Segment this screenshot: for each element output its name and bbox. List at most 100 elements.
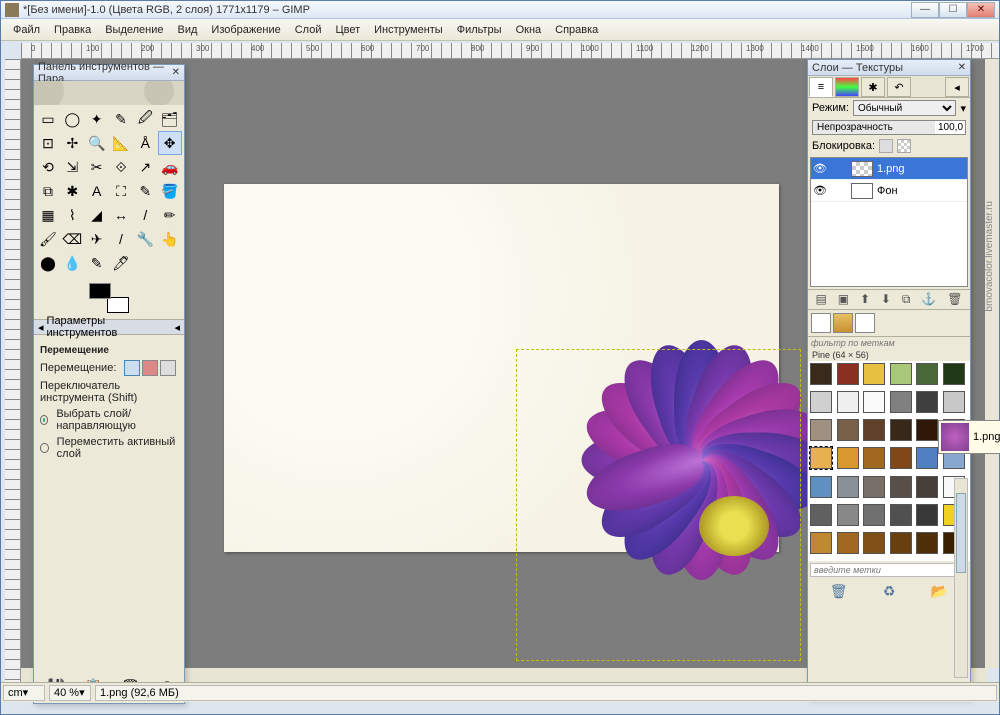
menu-view[interactable]: Вид — [172, 22, 204, 38]
texture-swatch[interactable] — [837, 504, 859, 526]
mode-dropdown-icon[interactable]: ▾ — [960, 102, 966, 115]
anchor-layer-icon[interactable]: ⚓ — [921, 292, 936, 307]
tool-3[interactable]: ✎ — [109, 107, 133, 131]
move-mode-layer[interactable] — [124, 360, 140, 376]
texture-swatch[interactable] — [890, 391, 912, 413]
tab-channels-icon[interactable] — [835, 77, 859, 97]
menu-help[interactable]: Справка — [549, 22, 604, 38]
tool-37[interactable]: 💧 — [60, 251, 84, 275]
zoom-select[interactable]: 40 %▾ — [49, 685, 91, 701]
layer-item[interactable]: 👁Фон — [811, 180, 967, 202]
texture-swatch[interactable] — [837, 532, 859, 554]
texture-swatch[interactable] — [943, 391, 965, 413]
layers-close-icon[interactable]: ✕ — [958, 62, 966, 73]
tool-33[interactable]: / — [109, 227, 133, 251]
lock-pixels-icon[interactable] — [879, 139, 893, 153]
texture-swatch[interactable] — [916, 391, 938, 413]
tab-layers-icon[interactable]: ≡ — [809, 77, 833, 97]
tool-options-title[interactable]: ◂ Параметры инструментов ◂ — [34, 319, 184, 335]
foreground-color-swatch[interactable] — [89, 283, 111, 299]
tool-29[interactable]: ✏ — [158, 203, 182, 227]
tool-36[interactable]: ⬤ — [36, 251, 60, 275]
menu-tools[interactable]: Инструменты — [368, 22, 449, 38]
texture-swatch[interactable] — [916, 419, 938, 441]
tool-16[interactable]: ↗ — [133, 155, 157, 179]
texture-swatch[interactable] — [863, 504, 885, 526]
tool-38[interactable]: ✎ — [85, 251, 109, 275]
tool-34[interactable]: 🔧 — [133, 227, 157, 251]
detach-icon[interactable]: ◂ — [174, 321, 180, 334]
tool-30[interactable]: 🖌 — [36, 227, 60, 251]
texture-swatch[interactable] — [810, 363, 832, 385]
scrollbar-vertical[interactable] — [985, 59, 999, 668]
radio-move-active[interactable] — [40, 443, 49, 453]
tool-1[interactable]: ◯ — [60, 107, 84, 131]
texture-swatch[interactable] — [863, 391, 885, 413]
tab-paths-icon[interactable]: ✱ — [861, 77, 885, 97]
tool-6[interactable]: ⊡ — [36, 131, 60, 155]
texture-swatch[interactable] — [890, 363, 912, 385]
texture-scrollbar[interactable] — [954, 478, 968, 678]
visibility-icon[interactable]: 👁 — [811, 184, 829, 197]
menu-edit[interactable]: Правка — [48, 22, 97, 38]
unit-select[interactable]: cm▾ — [3, 685, 45, 701]
texture-view-small[interactable] — [811, 313, 831, 333]
tool-8[interactable]: 🔍 — [85, 131, 109, 155]
lock-alpha-icon[interactable] — [897, 139, 911, 153]
tool-22[interactable]: ✎ — [133, 179, 157, 203]
tool-10[interactable]: Å — [133, 131, 157, 155]
mode-select[interactable]: Обычный — [853, 100, 956, 116]
tool-7[interactable]: ✢ — [60, 131, 84, 155]
tab-undo-icon[interactable]: ↶ — [887, 77, 911, 97]
tool-24[interactable]: ▦ — [36, 203, 60, 227]
tool-13[interactable]: ⇲ — [60, 155, 84, 179]
tool-0[interactable]: ▭ — [36, 107, 60, 131]
menu-file[interactable]: Файл — [7, 22, 46, 38]
tool-18[interactable]: ⧉ — [36, 179, 60, 203]
texture-swatch[interactable] — [810, 532, 832, 554]
tool-31[interactable]: ⌫ — [60, 227, 84, 251]
tool-9[interactable]: 📐 — [109, 131, 133, 155]
tool-14[interactable]: ✂ — [85, 155, 109, 179]
texture-swatch[interactable] — [916, 476, 938, 498]
texture-open-icon[interactable]: 📂 — [931, 583, 948, 600]
texture-swatch[interactable] — [863, 476, 885, 498]
texture-swatch[interactable] — [810, 476, 832, 498]
tool-28[interactable]: / — [133, 203, 157, 227]
texture-swatch[interactable] — [810, 447, 832, 469]
delete-layer-icon[interactable]: 🗑 — [947, 292, 962, 307]
menu-color[interactable]: Цвет — [329, 22, 366, 38]
texture-swatch[interactable] — [890, 504, 912, 526]
texture-swatch[interactable] — [810, 504, 832, 526]
menu-layer[interactable]: Слой — [289, 22, 328, 38]
visibility-icon[interactable]: 👁 — [811, 162, 829, 175]
menu-select[interactable]: Выделение — [99, 22, 169, 38]
tool-26[interactable]: ◢ — [85, 203, 109, 227]
tool-35[interactable]: 👆 — [158, 227, 182, 251]
tool-17[interactable]: 🚗 — [158, 155, 182, 179]
tool-19[interactable]: ✱ — [60, 179, 84, 203]
texture-swatch[interactable] — [810, 391, 832, 413]
layer-down-icon[interactable]: ⬇ — [881, 292, 891, 307]
texture-filter-input[interactable] — [808, 337, 970, 349]
tool-11[interactable]: ✥ — [158, 131, 182, 155]
texture-tags-input[interactable] — [810, 563, 968, 577]
toolbox-close-icon[interactable]: ✕ — [172, 67, 180, 78]
texture-swatch[interactable] — [890, 476, 912, 498]
tool-5[interactable]: 🗂 — [158, 107, 182, 131]
tool-20[interactable]: A — [85, 179, 109, 203]
texture-swatch[interactable] — [837, 391, 859, 413]
menu-windows[interactable]: Окна — [510, 22, 548, 38]
tool-12[interactable]: ⟲ — [36, 155, 60, 179]
texture-delete-icon[interactable]: 🗑 — [830, 583, 848, 600]
tool-2[interactable]: ✦ — [85, 107, 109, 131]
new-layer-icon[interactable]: ▤ — [815, 292, 826, 307]
texture-swatch[interactable] — [890, 447, 912, 469]
menu-filters[interactable]: Фильтры — [451, 22, 508, 38]
move-mode-path[interactable] — [160, 360, 176, 376]
texture-swatch[interactable] — [943, 363, 965, 385]
texture-swatch[interactable] — [916, 504, 938, 526]
tool-21[interactable]: ⛶ — [109, 179, 133, 203]
tool-23[interactable]: 🪣 — [158, 179, 182, 203]
tool-4[interactable]: 🖉 — [133, 107, 157, 131]
